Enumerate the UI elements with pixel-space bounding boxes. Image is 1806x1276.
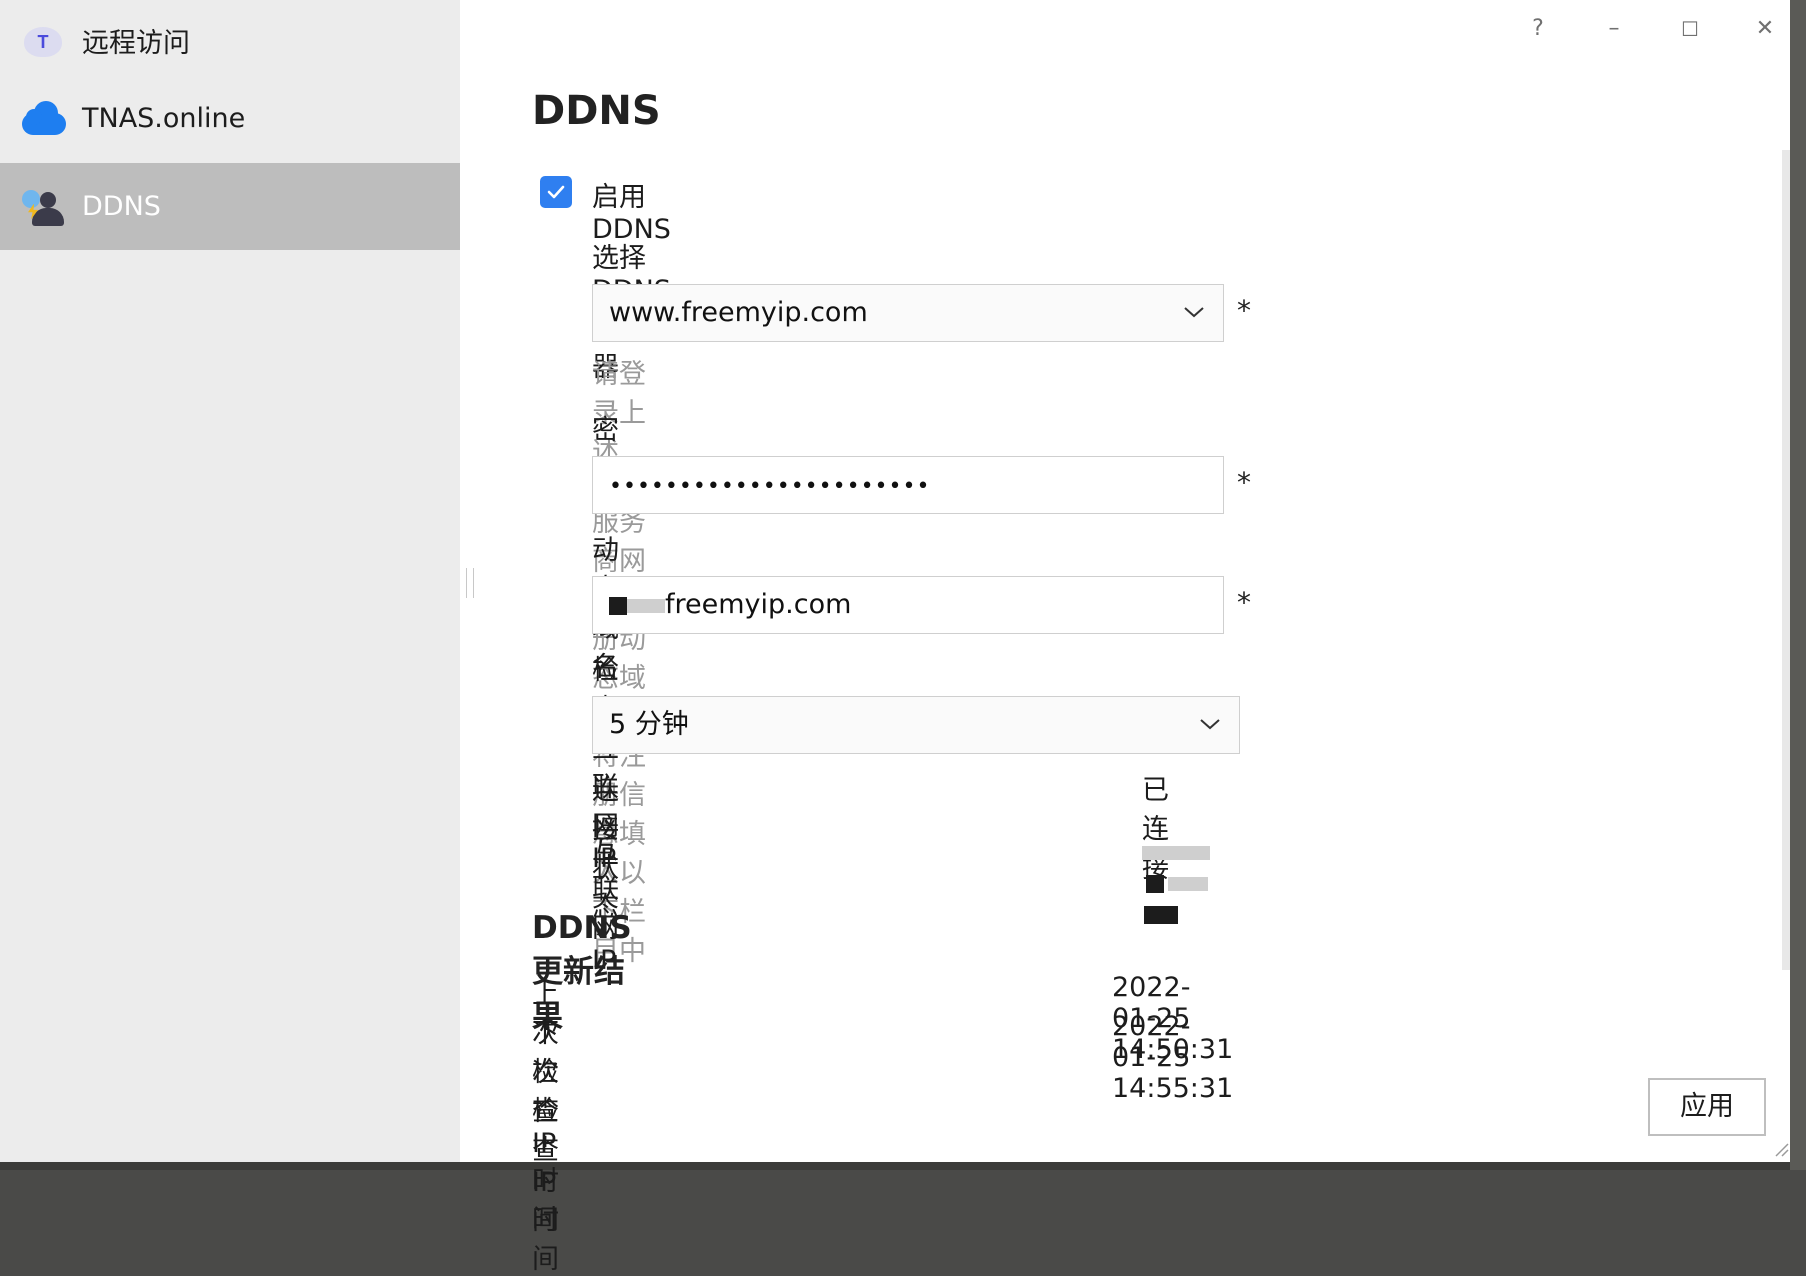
resize-grip-icon[interactable] — [1772, 1140, 1790, 1158]
server-select-value: www.freemyip.com — [609, 297, 868, 328]
sidebar-item-label: TNAS.online — [82, 102, 246, 134]
sidebar-item-ddns[interactable]: DDNS — [0, 163, 460, 250]
enable-ddns-checkbox[interactable] — [540, 176, 572, 208]
required-mark: * — [1237, 466, 1251, 499]
sidebar: T 远程访问 TNAS.online DDNS — [0, 0, 460, 1162]
cloud-icon — [22, 95, 68, 141]
enable-ddns-label[interactable]: 启用DDNS — [592, 175, 671, 245]
domain-value: freemyip.com — [665, 589, 852, 620]
redacted-block — [1142, 845, 1210, 860]
panel-splitter-handle[interactable] — [466, 568, 474, 598]
password-value: ••••••••••••••••••••••• — [609, 474, 931, 499]
ddns-icon — [22, 184, 68, 230]
vertical-scrollbar[interactable] — [1782, 150, 1790, 970]
help-button[interactable]: ? — [1518, 14, 1558, 44]
redacted-block — [609, 596, 627, 615]
domain-field[interactable]: freemyip.com — [592, 576, 1224, 634]
minimize-button[interactable]: – — [1594, 14, 1634, 44]
tnas-logo-icon: T — [22, 17, 68, 63]
desktop-background — [0, 1162, 1806, 1170]
next-check-value: 2022-01-25 14:55:31 — [1112, 1011, 1234, 1104]
chevron-down-icon — [1200, 719, 1220, 730]
server-select[interactable]: www.freemyip.com — [592, 284, 1224, 342]
internet-ip-value-redacted — [1142, 836, 1210, 929]
checkmark-icon — [547, 185, 565, 199]
app-window: T 远程访问 TNAS.online DDNS ? – ☐ ✕ DDNS 启用D… — [0, 0, 1790, 1275]
check-ip-select-value: 5 分钟 — [609, 709, 689, 740]
next-check-label: 下次检查 IP 时间 — [532, 1018, 559, 1275]
redacted-block — [1144, 905, 1178, 924]
desktop-background-right — [1790, 0, 1806, 1170]
check-ip-select[interactable]: 5 分钟 — [592, 696, 1240, 754]
redacted-block — [1168, 876, 1208, 891]
maximize-button[interactable]: ☐ — [1670, 14, 1710, 44]
apply-button[interactable]: 应用 — [1648, 1078, 1766, 1136]
required-mark: * — [1237, 294, 1251, 327]
redacted-block — [1146, 874, 1164, 893]
chevron-down-icon — [1184, 307, 1204, 318]
redacted-block — [627, 598, 665, 613]
page-title: DDNS — [532, 88, 661, 134]
close-button[interactable]: ✕ — [1745, 14, 1785, 44]
sidebar-item-label: 远程访问 — [82, 27, 190, 59]
sidebar-item-label: DDNS — [82, 191, 161, 222]
sidebar-item-remote-access[interactable]: T 远程访问 — [0, 0, 460, 80]
sidebar-item-tnas-online[interactable]: TNAS.online — [0, 78, 460, 158]
required-mark: * — [1237, 586, 1251, 619]
password-field[interactable]: ••••••••••••••••••••••• — [592, 456, 1224, 514]
